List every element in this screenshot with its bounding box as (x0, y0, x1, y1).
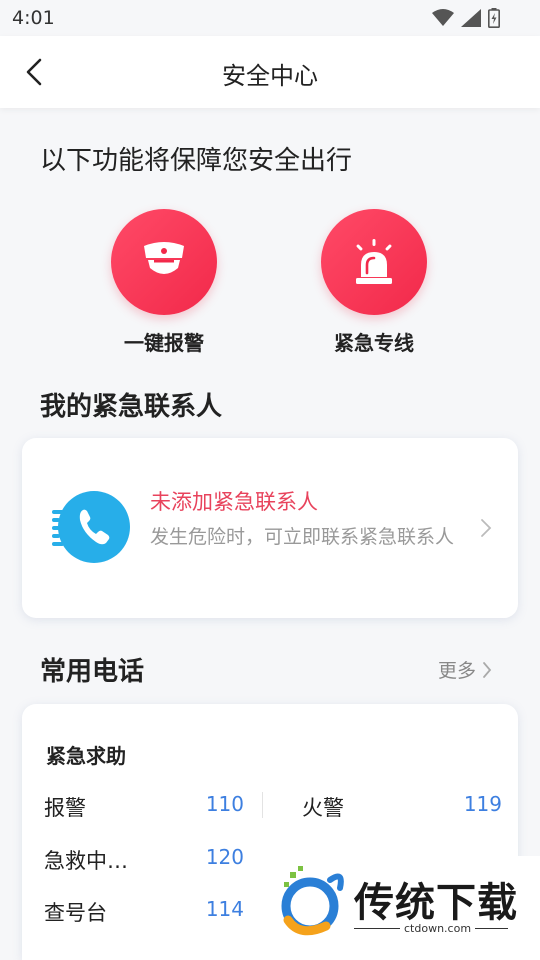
features-heading: 以下功能将保障您安全出行 (40, 146, 353, 176)
hotline-circle (321, 209, 427, 315)
emergency-contact-card[interactable]: 未添加紧急联系人 发生危险时，可立即联系紧急联系人 (22, 438, 518, 618)
app-bar: 安全中心 (0, 36, 540, 108)
watermark-site: ctdown.com (400, 922, 476, 935)
phone-entry[interactable]: 报警 110 (44, 792, 244, 822)
phone-entry-number: 120 (205, 845, 244, 869)
phone-entry-label: 火警 (302, 796, 344, 820)
police-icon (144, 242, 184, 274)
page-title: 安全中心 (222, 62, 318, 90)
phone-entry[interactable]: 查号台 114 (44, 897, 244, 927)
contact-description: 发生危险时，可立即联系紧急联系人 (150, 526, 455, 548)
contacts-heading: 我的紧急联系人 (40, 392, 223, 422)
chevron-right-icon (481, 519, 492, 537)
phone-entry-number: 110 (205, 792, 244, 816)
alarm-circle (111, 209, 217, 315)
phone-entry-number: 119 (463, 792, 502, 816)
phone-group-title: 紧急求助 (46, 744, 126, 768)
column-divider (262, 792, 263, 818)
more-label: 更多 (437, 660, 476, 682)
chevron-right-icon (483, 661, 492, 678)
alarm-label: 一键报警 (124, 331, 204, 355)
siren-icon (356, 239, 392, 284)
phone-call-icon (52, 491, 130, 563)
watermark-logo: 传统下载 ctdown.com (262, 856, 540, 960)
phone-entry-label: 报警 (44, 796, 86, 820)
more-link[interactable]: 更多 (438, 656, 492, 683)
status-bar: 4:01 (0, 0, 540, 36)
brand-logo-icon (281, 866, 344, 936)
watermark-brand: 传统下载 (354, 880, 518, 926)
battery-icon (488, 8, 500, 28)
phones-heading: 常用电话 (40, 657, 145, 687)
phone-entry-label: 查号台 (44, 901, 107, 925)
phone-entry-label: 急救中… (44, 849, 128, 873)
hotline-label: 紧急专线 (334, 331, 414, 355)
status-icons (432, 8, 500, 28)
phone-entry-number: 114 (205, 897, 244, 921)
phone-entry[interactable]: 火警 119 (302, 792, 502, 822)
wifi-icon (432, 9, 454, 26)
phone-entry[interactable]: 急救中… 120 (44, 845, 244, 875)
no-contact-title: 未添加紧急联系人 (150, 490, 318, 514)
signal-icon (461, 9, 481, 27)
one-key-alarm-button[interactable]: 一键报警 (94, 209, 234, 356)
emergency-hotline-button[interactable]: 紧急专线 (304, 209, 444, 356)
status-time: 4:01 (12, 7, 55, 29)
